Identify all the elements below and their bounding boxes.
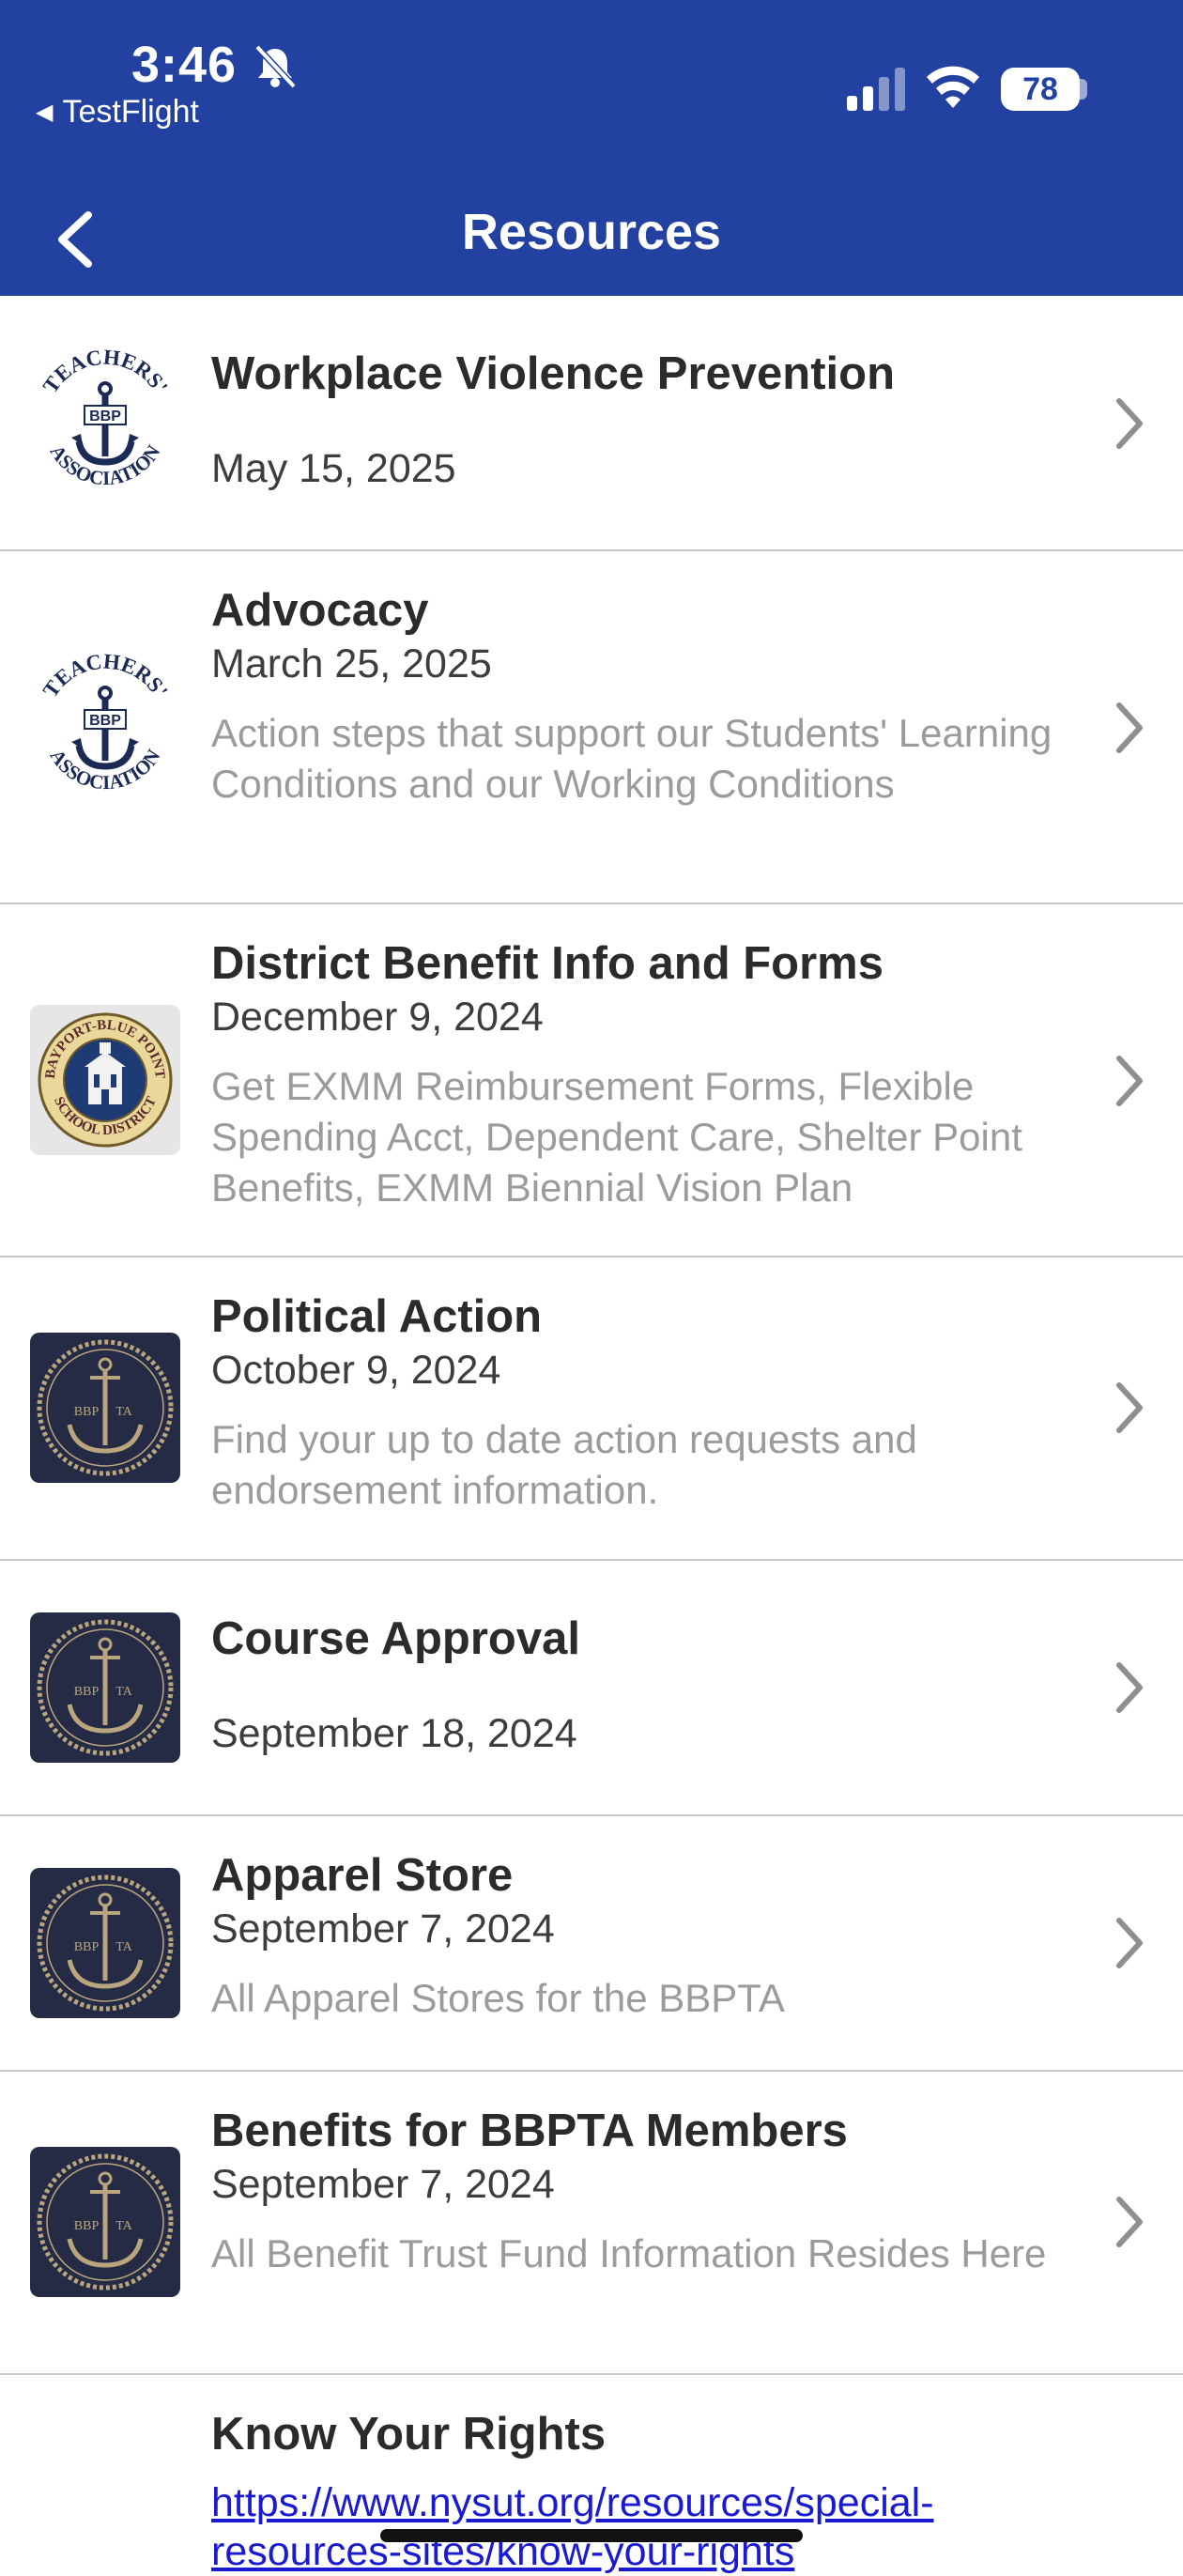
chevron-right-icon: [1116, 1918, 1143, 1968]
item-description: Action steps that support our Students' …: [211, 711, 1052, 806]
item-date: September 18, 2024: [211, 1711, 577, 1756]
item-description: Find your up to date action requests and…: [211, 1417, 917, 1512]
page-title: Resources: [461, 204, 722, 260]
svg-text:TEACHERS': TEACHERS': [38, 347, 173, 397]
item-date: October 9, 2024: [211, 1348, 501, 1393]
list-item[interactable]: BBP TA Apparel Store September 7, 2024 A…: [0, 1816, 1183, 2072]
chevron-right-icon: [1116, 2197, 1143, 2247]
list-item[interactable]: TEACHERS' ASSOCIATION BBP Workplace Viol…: [0, 296, 1183, 551]
svg-text:BBP: BBP: [74, 1940, 100, 1954]
item-date: September 7, 2024: [211, 1906, 555, 1951]
svg-text:BBP: BBP: [89, 713, 121, 729]
list-item[interactable]: BBP TA Benefits for BBPTA Members Septem…: [0, 2072, 1183, 2375]
chevron-right-icon: [1116, 1662, 1143, 1713]
item-title: Know Your Rights: [211, 2409, 607, 2460]
back-app-label: TestFlight: [62, 94, 199, 130]
list-item[interactable]: BBP TA Political Action October 9, 2024 …: [0, 1257, 1183, 1561]
svg-text:TA: TA: [115, 1940, 132, 1954]
svg-text:TEACHERS': TEACHERS': [38, 652, 173, 702]
list-item[interactable]: TEACHERS' ASSOCIATION BBP Advocacy March…: [0, 551, 1183, 904]
svg-text:BBP: BBP: [89, 409, 121, 424]
battery-indicator: 78: [1001, 68, 1080, 111]
resource-list: TEACHERS' ASSOCIATION BBP Workplace Viol…: [0, 296, 1183, 2574]
item-date: March 25, 2025: [211, 641, 492, 686]
school-district-seal: BAYPORT-BLUE POINT SCHOOL DISTRICT: [30, 1005, 180, 1155]
item-description: All Benefit Trust Fund Information Resid…: [211, 2231, 1047, 2275]
item-description: All Apparel Stores for the BBPTA: [211, 1976, 785, 2020]
item-title: Political Action: [211, 1291, 543, 1342]
bbpta-anchor-badge: BBP TA: [30, 1612, 180, 1763]
bbpta-anchor-badge: BBP TA: [30, 1333, 180, 1483]
app-header: 3:46 ◀ TestFlight 78 Resources: [0, 0, 1183, 296]
svg-text:TA: TA: [115, 1685, 132, 1699]
svg-text:BBP: BBP: [74, 1685, 100, 1699]
wifi-icon: [927, 66, 979, 108]
bbpta-anchor-badge: BBP TA: [30, 2147, 180, 2297]
status-time: 3:46: [131, 37, 238, 93]
battery-nub: [1080, 79, 1087, 100]
item-date: May 15, 2025: [211, 446, 456, 491]
chevron-right-icon: [1116, 1056, 1143, 1106]
svg-text:BBP: BBP: [74, 1405, 100, 1419]
item-title: District Benefit Info and Forms: [211, 938, 884, 989]
item-title: Apparel Store: [211, 1850, 514, 1901]
item-title: Benefits for BBPTA Members: [211, 2106, 848, 2156]
link-line-1: https://www.nysut.org/resources/special-: [211, 2480, 934, 2525]
know-your-rights-link[interactable]: https://www.nysut.org/resources/special-…: [211, 2478, 934, 2576]
back-to-app-link[interactable]: ◀ TestFlight: [36, 94, 199, 131]
item-date: September 7, 2024: [211, 2162, 555, 2207]
item-title: Course Approval: [211, 1613, 580, 1664]
bell-slash-icon: [254, 44, 297, 89]
list-item[interactable]: BBP TA Course Approval September 18, 202…: [0, 1561, 1183, 1816]
back-triangle-icon: ◀: [36, 100, 54, 125]
item-title: Advocacy: [211, 585, 429, 636]
cellular-signal-icon: [847, 68, 905, 111]
home-indicator[interactable]: [380, 2529, 803, 2542]
item-description: Get EXMM Reimbursement Forms, Flexible S…: [211, 1064, 1022, 1210]
teachers-association-logo: TEACHERS' ASSOCIATION BBP: [30, 652, 180, 802]
list-item[interactable]: BAYPORT-BLUE POINT SCHOOL DISTRICT Distr…: [0, 904, 1183, 1257]
chevron-right-icon: [1116, 702, 1143, 753]
svg-text:TA: TA: [115, 2219, 132, 2233]
svg-text:BBP: BBP: [74, 2219, 100, 2233]
svg-text:TA: TA: [115, 1405, 132, 1419]
chevron-right-icon: [1116, 398, 1143, 449]
teachers-association-logo: TEACHERS' ASSOCIATION BBP: [30, 347, 180, 498]
chevron-right-icon: [1116, 1382, 1143, 1433]
item-date: December 9, 2024: [211, 995, 544, 1040]
bbpta-anchor-badge: BBP TA: [30, 1868, 180, 2018]
item-title: Workplace Violence Prevention: [211, 348, 896, 399]
